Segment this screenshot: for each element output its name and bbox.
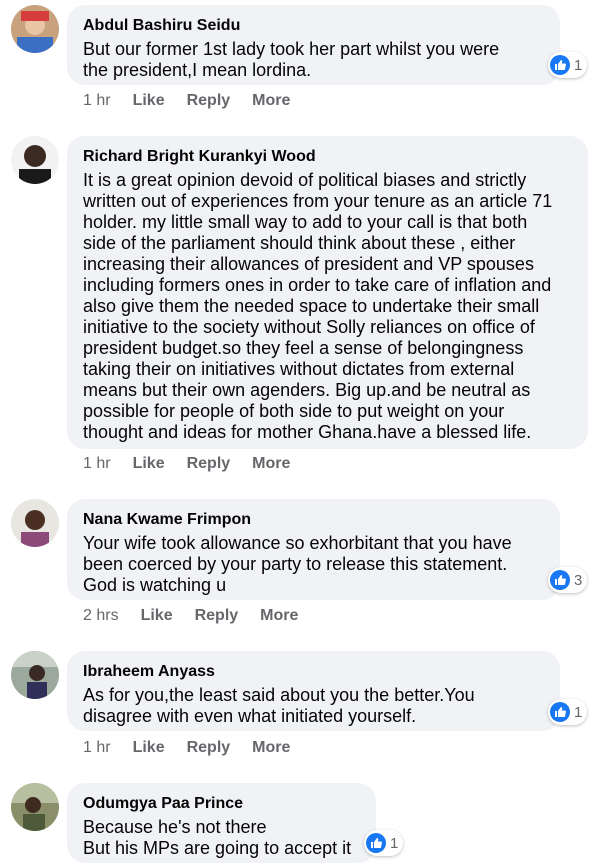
commenter-name[interactable]: Nana Kwame Frimpon — [83, 510, 544, 530]
comment-text-line: disagree with even what initiated yourse… — [83, 706, 417, 726]
comment-text-line: God is watching u — [83, 575, 227, 595]
avatar[interactable] — [11, 651, 59, 699]
reaction-number: 1 — [390, 834, 399, 852]
comment-text-line: possible for people of both side to put … — [83, 401, 505, 421]
comment-text-line: holder. my little small way to add to yo… — [83, 212, 528, 232]
comment-text-line: But his MPs are going to accept it — [83, 838, 352, 858]
comment-text-line: increasing their allowances of president… — [83, 254, 534, 274]
comment-text-line: initiative to the society without Solly … — [83, 317, 535, 337]
comment-bubble: Richard Bright Kurankyi Wood It is a gre… — [67, 136, 588, 449]
reply-button[interactable]: Reply — [187, 739, 231, 757]
commenter-name[interactable]: Abdul Bashiru Seidu — [83, 16, 544, 36]
like-icon — [550, 570, 570, 590]
comment-text-line: As for you,the least said about you the … — [83, 685, 475, 705]
comment-text-line: taking their on initiatives without dict… — [83, 359, 515, 379]
comment-text-line: thought and ideas for mother Ghana.have … — [83, 422, 532, 442]
avatar[interactable] — [11, 136, 59, 184]
reply-button[interactable]: Reply — [187, 455, 231, 473]
reaction-number: 3 — [574, 571, 583, 589]
comment-actions: 1 hr Like Reply More — [83, 92, 312, 110]
like-button[interactable]: Like — [133, 92, 165, 110]
timestamp[interactable]: 2 hrs — [83, 607, 119, 625]
comment-text-line: been coerced by your party to release th… — [83, 554, 508, 574]
comment-actions: 1 hr Like Reply More — [83, 739, 312, 757]
reaction-count[interactable]: 3 — [548, 567, 588, 593]
like-icon — [550, 55, 570, 75]
reply-button[interactable]: Reply — [187, 92, 231, 110]
reaction-number: 1 — [574, 703, 583, 721]
comment-actions: 2 hrs Like Reply More — [83, 607, 320, 625]
reply-button[interactable]: Reply — [195, 607, 239, 625]
comment-text-line: written out of experiences from your ten… — [83, 191, 553, 211]
comment-text-line: Because he's not there — [83, 817, 267, 837]
comment-text-line: Your wife took allowance so exhorbitant … — [83, 533, 512, 553]
comment-text-line: But our former 1st lady took her part wh… — [83, 39, 500, 59]
more-button[interactable]: More — [260, 607, 298, 625]
commenter-name[interactable]: Ibraheem Anyass — [83, 662, 544, 682]
commenter-name[interactable]: Richard Bright Kurankyi Wood — [83, 147, 572, 167]
comment-text-line: president budget.so they feel a sense of… — [83, 338, 524, 358]
comment-bubble: Odumgya Paa Prince Because he's not ther… — [67, 783, 376, 863]
comment-text-line: side of the parliament should think abou… — [83, 233, 516, 253]
comment-text-line: the president,I mean lordina. — [83, 60, 312, 80]
like-icon — [550, 702, 570, 722]
timestamp[interactable]: 1 hr — [83, 455, 111, 473]
more-button[interactable]: More — [252, 739, 290, 757]
avatar[interactable] — [11, 5, 59, 53]
reaction-count[interactable]: 1 — [548, 699, 588, 725]
like-button[interactable]: Like — [141, 607, 173, 625]
reaction-count[interactable]: 1 — [364, 830, 404, 856]
comment-text-line: including formers ones in order to take … — [83, 275, 552, 295]
like-button[interactable]: Like — [133, 455, 165, 473]
more-button[interactable]: More — [252, 455, 290, 473]
avatar[interactable] — [11, 499, 59, 547]
avatar[interactable] — [11, 783, 59, 831]
comment-bubble: Nana Kwame Frimpon Your wife took allowa… — [67, 499, 560, 600]
comment-text-line: It is a great opinion devoid of politica… — [83, 170, 527, 190]
reaction-count[interactable]: 1 — [548, 52, 588, 78]
comment-actions: 1 hr Like Reply More — [83, 455, 312, 473]
like-button[interactable]: Like — [133, 739, 165, 757]
timestamp[interactable]: 1 hr — [83, 739, 111, 757]
commenter-name[interactable]: Odumgya Paa Prince — [83, 794, 360, 814]
like-icon — [366, 833, 386, 853]
comment-text-line: also give them the needed space to under… — [83, 296, 540, 316]
more-button[interactable]: More — [252, 92, 290, 110]
reaction-number: 1 — [574, 56, 583, 74]
comment-bubble: Abdul Bashiru Seidu But our former 1st l… — [67, 5, 560, 85]
comment-text-line: means but their own agenders. Big up.and… — [83, 380, 531, 400]
timestamp[interactable]: 1 hr — [83, 92, 111, 110]
comment-bubble: Ibraheem Anyass As for you,the least sai… — [67, 651, 560, 731]
